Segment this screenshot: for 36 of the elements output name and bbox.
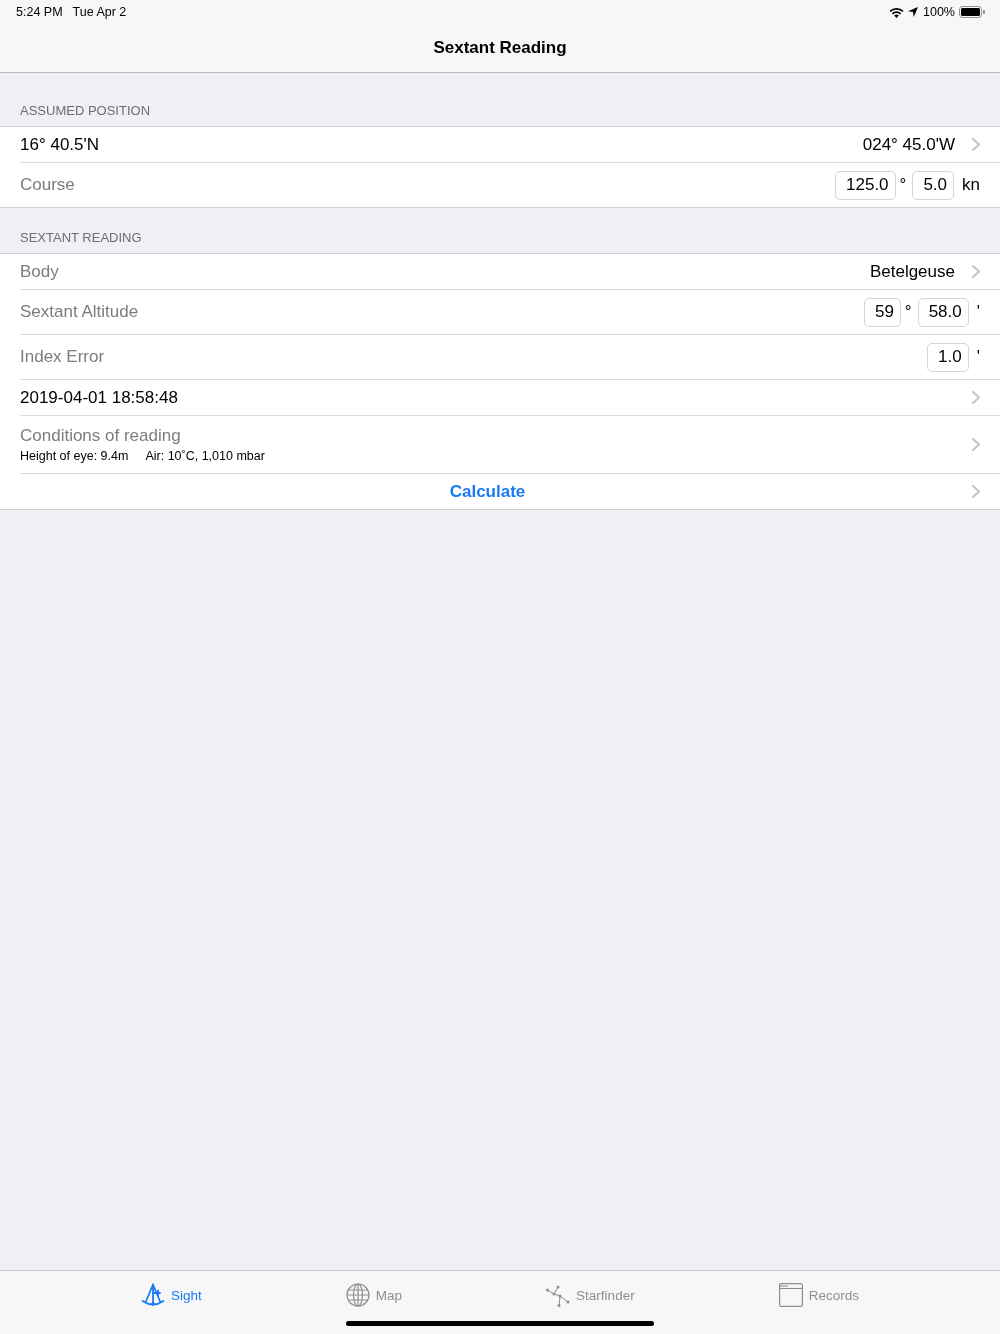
section-header: SEXTANT READING bbox=[19, 229, 143, 247]
longitude-value: 024° 45.0'W bbox=[862, 134, 955, 155]
row-label: Course bbox=[20, 175, 75, 195]
folder-icon bbox=[778, 1283, 803, 1307]
battery-percentage: 100% bbox=[923, 5, 955, 19]
date-time-value: 2019-04-01 18:58:48 bbox=[20, 387, 178, 408]
globe-icon bbox=[345, 1283, 370, 1307]
screen-title: Sextant Reading bbox=[433, 38, 567, 58]
row-label: Conditions of reading bbox=[20, 426, 182, 446]
sextant-icon bbox=[141, 1283, 166, 1307]
unit-label: ' bbox=[976, 347, 980, 367]
row-label: Index Error bbox=[20, 347, 105, 367]
constellation-icon bbox=[546, 1283, 571, 1307]
wifi-icon bbox=[889, 6, 904, 18]
status-time: 5:24 PM bbox=[16, 5, 63, 19]
tab-button[interactable]: Sight bbox=[141, 1283, 202, 1307]
status-date: Tue Apr 2 bbox=[72, 5, 127, 19]
row-label: Body bbox=[20, 261, 59, 282]
unit-label: ' bbox=[976, 302, 980, 322]
input-field[interactable]: 1.0 bbox=[927, 342, 969, 372]
location-arrow-icon bbox=[908, 7, 918, 17]
section-header: ASSUMED POSITION bbox=[19, 102, 152, 120]
row-value: Betelgeuse bbox=[869, 261, 955, 282]
unit-label: ° bbox=[904, 302, 912, 322]
input-field[interactable]: 58.0 bbox=[917, 297, 969, 327]
row-detail: Air: 10˚C, 1,010 mbar bbox=[145, 449, 265, 463]
input-field[interactable]: 59 bbox=[863, 297, 901, 327]
latitude-value: 16° 40.5'N bbox=[20, 134, 100, 155]
battery-icon bbox=[959, 6, 985, 18]
row-label: Sextant Altitude bbox=[20, 302, 139, 322]
input-field[interactable]: 5.0 bbox=[912, 170, 955, 200]
row-detail: Height of eye: 9.4m bbox=[20, 449, 129, 463]
unit-label: kn bbox=[962, 175, 980, 195]
calculate-button[interactable]: Calculate bbox=[449, 481, 526, 502]
unit-label: ° bbox=[899, 175, 907, 195]
input-field[interactable]: 125.0 bbox=[835, 170, 896, 200]
